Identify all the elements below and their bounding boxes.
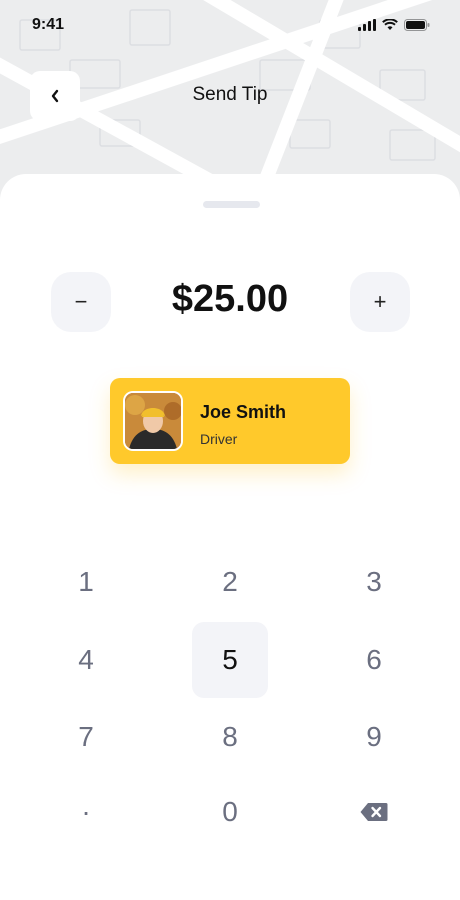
key-2[interactable]: 2 — [192, 544, 268, 620]
status-time: 9:41 — [32, 16, 65, 33]
delete-key[interactable] — [336, 774, 412, 850]
key-4[interactable]: 4 — [48, 622, 124, 698]
key-3[interactable]: 3 — [336, 544, 412, 620]
key-8[interactable]: 8 — [192, 699, 268, 775]
page-title: Send Tip — [192, 84, 268, 105]
battery-icon — [404, 19, 430, 31]
wifi-icon — [382, 19, 398, 30]
key-decimal[interactable]: · — [48, 774, 124, 850]
key-0[interactable]: 0 — [192, 774, 268, 850]
key-6[interactable]: 6 — [336, 622, 412, 698]
key-9[interactable]: 9 — [336, 699, 412, 775]
recipient-role: Driver — [200, 431, 238, 447]
signal-icon — [358, 19, 376, 31]
status-bar: 9:41 — [0, 0, 460, 50]
driver-photo — [125, 393, 181, 449]
key-5[interactable]: 5 — [192, 622, 268, 698]
key-7[interactable]: 7 — [48, 699, 124, 775]
avatar — [123, 391, 183, 451]
key-1[interactable]: 1 — [48, 544, 124, 620]
recipient-name: Joe Smith — [200, 402, 287, 422]
backspace-icon — [360, 803, 388, 821]
sheet-handle[interactable] — [203, 201, 260, 208]
status-icons — [358, 19, 430, 31]
increase-amount-button[interactable]: + — [350, 272, 410, 332]
recipient-card[interactable]: Joe Smith Driver — [110, 378, 350, 464]
